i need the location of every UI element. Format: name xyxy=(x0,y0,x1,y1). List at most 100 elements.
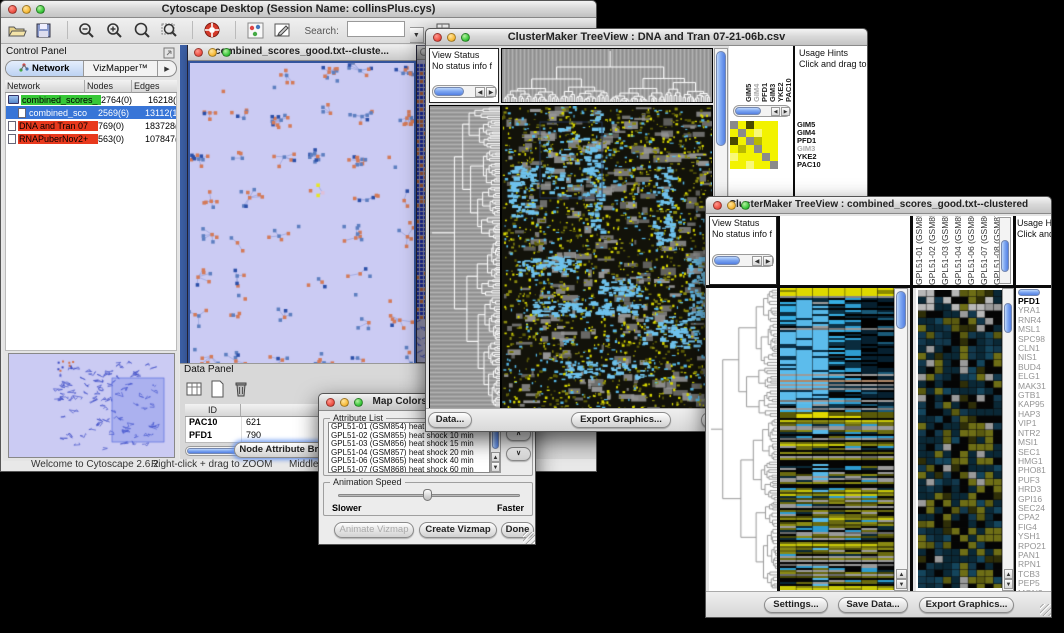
zoom-window-icon[interactable] xyxy=(222,48,231,57)
scroll-down-icon[interactable]: ▼ xyxy=(491,462,500,472)
column-header-edges[interactable]: Edges xyxy=(132,80,177,93)
resize-grip[interactable] xyxy=(1040,604,1052,616)
usage-hints-hscrollbar-thumb[interactable] xyxy=(1018,289,1040,296)
minimize-icon[interactable] xyxy=(340,398,349,407)
tv2-array-label[interactable]: GPL51-07 (GSM868) xyxy=(980,216,993,285)
tv2-array-label[interactable]: GPL51-04 (GSM857) xyxy=(954,216,967,285)
tab-overflow-button[interactable]: ▶ xyxy=(158,61,176,76)
tv2-array-label[interactable]: GPL51-03 (GSM856) xyxy=(941,216,954,285)
attribute-list-item[interactable]: GPL51-07 (GSM868) heat shock 60 min xyxy=(329,466,489,473)
network-view-window-1[interactable]: combined_scores_good.txt--cluste... xyxy=(187,45,417,363)
minimize-icon[interactable] xyxy=(727,201,736,210)
tv2-array-label[interactable]: GPL51-06 (GSM865) xyxy=(967,216,980,285)
close-icon[interactable] xyxy=(326,398,335,407)
move-down-button[interactable]: ∨ xyxy=(506,447,531,461)
tv1-column-label[interactable]: GIM3 xyxy=(769,48,777,102)
network-list-row[interactable]: RNAPuberNov2+563(0)107847(0) xyxy=(6,132,176,145)
settings-button[interactable]: Settings... xyxy=(764,597,828,613)
scroll-left-icon[interactable]: ◀ xyxy=(771,107,780,116)
scroll-right-icon[interactable]: ▶ xyxy=(763,256,773,266)
tv2-gene-list[interactable]: PFD1YRA1RNR4MSL1SPC98CLN1NIS1BUD4ELG1MAK… xyxy=(1018,297,1052,593)
select-attributes-icon[interactable] xyxy=(185,386,205,403)
zoom-window-icon[interactable] xyxy=(354,398,363,407)
tv1-heatmap[interactable] xyxy=(501,105,713,409)
attribute-list-item[interactable]: GPL51-02 (GSM855) heat shock 10 min xyxy=(329,432,489,441)
speed-slider-thumb[interactable] xyxy=(423,489,432,501)
tv1-column-dendrogram[interactable] xyxy=(501,48,713,103)
view-status-scrollbar[interactable]: ◀ ▶ xyxy=(432,85,497,98)
scrollbar-thumb[interactable] xyxy=(1001,240,1009,272)
zoom-selected-icon[interactable] xyxy=(132,21,152,40)
scrollbar-thumb[interactable] xyxy=(434,87,464,96)
tv2-heatmap-scrollbar[interactable]: ▲ ▼ xyxy=(894,288,908,591)
network-canvas-1[interactable] xyxy=(190,63,414,363)
tv1-global-hscrollbar[interactable]: ◀ ▶ xyxy=(733,105,791,117)
zoom-in-icon[interactable] xyxy=(105,21,125,40)
network-list-row[interactable]: combined_scores_2764(0)16218(0) xyxy=(6,93,176,106)
tab-vizmapper[interactable]: VizMapper™ xyxy=(84,61,158,76)
view-status-scrollbar[interactable]: ◀ ▶ xyxy=(712,254,774,267)
minimize-icon[interactable] xyxy=(22,5,31,14)
scroll-up-icon[interactable]: ▲ xyxy=(491,452,500,462)
tv1-column-label[interactable]: GIM4 xyxy=(753,48,761,102)
tv2-zoom-scrollbar[interactable]: ▲ ▼ xyxy=(1002,288,1014,591)
minimize-icon[interactable] xyxy=(447,33,456,42)
scroll-up-icon[interactable]: ▲ xyxy=(896,569,907,579)
column-header-network[interactable]: Network xyxy=(5,80,85,93)
tv1-column-label[interactable]: PFD1 xyxy=(761,48,769,102)
scroll-left-icon[interactable]: ◀ xyxy=(752,256,762,266)
birdseye-view[interactable] xyxy=(8,353,175,458)
scrollbar-thumb[interactable] xyxy=(735,107,761,115)
network-list-row[interactable]: combined_sco2569(6)13112(15) xyxy=(6,106,176,119)
tv2-labels-scrollbar[interactable] xyxy=(999,217,1011,284)
scroll-right-icon[interactable]: ▶ xyxy=(486,87,496,97)
zoom-out-icon[interactable] xyxy=(77,21,97,40)
tv1-column-label[interactable]: YKE2 xyxy=(777,48,785,102)
scroll-up-icon[interactable]: ▲ xyxy=(1004,569,1013,579)
close-icon[interactable] xyxy=(194,48,203,57)
scrollbar-thumb[interactable] xyxy=(1004,303,1012,333)
close-icon[interactable] xyxy=(713,201,722,210)
scroll-right-icon[interactable]: ▶ xyxy=(781,107,790,116)
scrollbar-thumb[interactable] xyxy=(716,51,726,146)
tab-network[interactable]: Network xyxy=(6,61,84,76)
main-window-titlebar[interactable]: Cytoscape Desktop (Session Name: collins… xyxy=(1,1,596,18)
delete-attribute-icon[interactable] xyxy=(232,386,250,403)
scrollbar-thumb[interactable] xyxy=(896,291,906,329)
tv2-zoom-heatmap[interactable] xyxy=(916,288,1003,593)
minimize-icon[interactable] xyxy=(208,48,217,57)
save-icon[interactable] xyxy=(34,21,54,40)
tv1-mini-heatmap[interactable] xyxy=(730,121,780,169)
tv2-row-dendrogram[interactable] xyxy=(709,288,777,593)
vizmapper-icon[interactable] xyxy=(246,21,266,40)
zoom-window-icon[interactable] xyxy=(461,33,470,42)
treeview2-titlebar[interactable]: ClusterMaker TreeView : combined_scores_… xyxy=(706,197,1051,214)
attribute-list-item[interactable]: GPL51-04 (GSM857) heat shock 20 min xyxy=(329,449,489,458)
tv2-array-label[interactable]: GPL51-02 (GSM855) xyxy=(928,216,941,285)
new-attribute-icon[interactable] xyxy=(209,386,227,403)
tv1-row-label[interactable]: PAC10 xyxy=(797,161,837,169)
tv2-array-label[interactable]: GPL51-01 (GSM854) xyxy=(915,216,928,285)
search-dropdown-icon[interactable]: ▼ xyxy=(410,27,424,43)
create-vizmap-button[interactable]: Create Vizmap xyxy=(419,522,497,538)
attribute-list-item[interactable]: GPL51-06 (GSM865) heat shock 40 min xyxy=(329,457,489,466)
search-input[interactable] xyxy=(347,21,405,37)
open-file-icon[interactable] xyxy=(7,21,27,40)
tv1-row-dendrogram[interactable] xyxy=(429,105,501,409)
attribute-list-item[interactable]: GPL51-03 (GSM856) heat shock 15 min xyxy=(329,440,489,449)
help-lifesaver-icon[interactable] xyxy=(203,21,223,40)
scroll-left-icon[interactable]: ◀ xyxy=(475,87,485,97)
tv1-column-label[interactable]: PAC10 xyxy=(785,48,793,102)
tv2-heatmap[interactable] xyxy=(780,288,894,593)
save-data-button[interactable]: Data... xyxy=(428,412,472,428)
save-data-button[interactable]: Save Data... xyxy=(838,597,908,613)
zoom-fit-icon[interactable] xyxy=(160,21,180,40)
resize-grip[interactable] xyxy=(523,532,535,544)
export-graphics-button[interactable]: Export Graphics... xyxy=(571,412,671,428)
treeview1-titlebar[interactable]: ClusterMaker TreeView : DNA and Tran 07-… xyxy=(426,29,867,46)
export-graphics-button[interactable]: Export Graphics... xyxy=(919,597,1014,613)
scrollbar-thumb[interactable] xyxy=(714,256,740,265)
scroll-down-icon[interactable]: ▼ xyxy=(1004,579,1013,589)
close-icon[interactable] xyxy=(8,5,17,14)
close-icon[interactable] xyxy=(433,33,442,42)
